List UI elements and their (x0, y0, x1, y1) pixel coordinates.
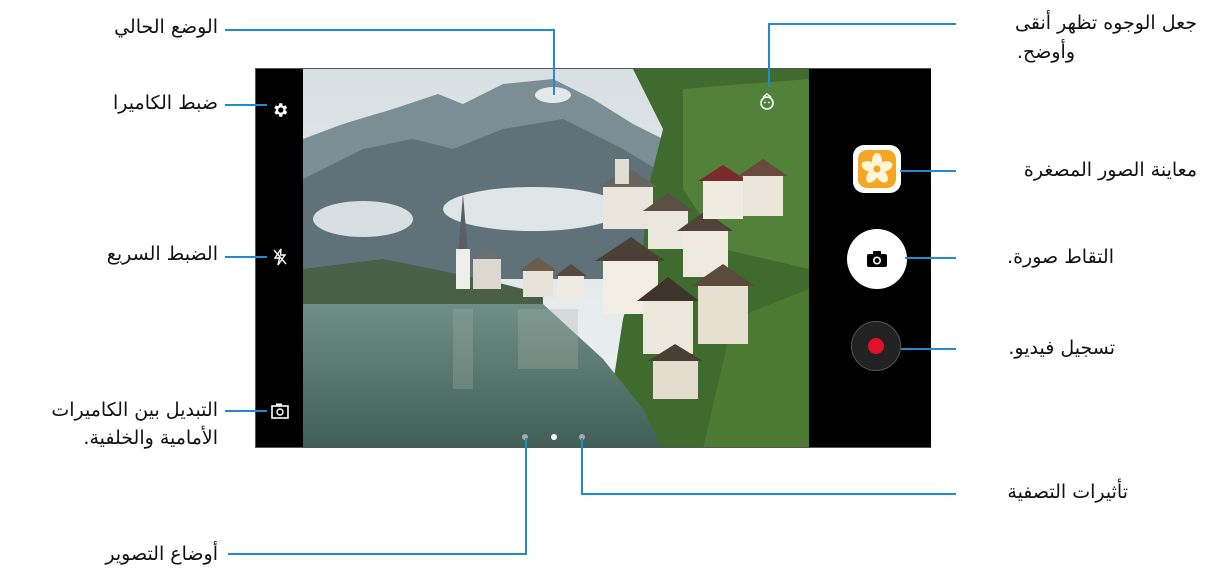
label-shooting-modes: أوضاع التصوير (105, 543, 218, 565)
thumbnail-preview-button[interactable] (853, 145, 901, 193)
callout-line-shooting-modes (228, 553, 527, 555)
beauty-face-icon[interactable] (756, 91, 778, 113)
callout-line-current-mode-vertical (553, 29, 555, 95)
callout-line-beauty (768, 23, 956, 25)
label-beauty-line2: وأوضح. (1016, 41, 1075, 63)
flower-thumbnail-icon (858, 150, 896, 188)
left-toolbar (256, 69, 303, 447)
label-record-video: تسجيل فيديو. (1008, 337, 1115, 359)
callout-line-current-mode (225, 29, 555, 31)
callout-line-quick-settings (225, 256, 267, 258)
callout-line-record-video (901, 348, 956, 350)
callout-line-take-picture (905, 257, 956, 259)
callout-line-filters-vertical (581, 438, 583, 495)
label-filter-effects: تأثيرات التصفية (1007, 481, 1128, 503)
label-camera-settings: ضبط الكاميرا (113, 92, 218, 114)
callout-line-thumbnail (900, 170, 956, 172)
record-button[interactable] (851, 321, 901, 371)
record-icon (868, 338, 884, 354)
mode-page-dot-active[interactable] (551, 434, 557, 440)
label-take-picture: التقاط صورة. (1007, 246, 1114, 268)
callout-line-camera-settings (225, 104, 267, 106)
label-quick-settings: الضبط السريع (106, 243, 218, 265)
callout-line-switch-cameras (225, 410, 267, 412)
landscape-image (303, 69, 809, 447)
gear-icon[interactable] (269, 99, 291, 121)
camera-viewfinder[interactable] (303, 69, 809, 447)
label-beauty-line1: جعل الوجوه تظهر أنقى (1015, 12, 1197, 34)
shutter-button[interactable] (847, 229, 907, 289)
camera-icon (867, 251, 887, 267)
label-thumbnail-preview: معاينة الصور المصغرة (1023, 159, 1197, 181)
callout-line-shooting-modes-vertical (525, 438, 527, 555)
callout-line-beauty-vertical (768, 23, 770, 87)
switch-camera-icon[interactable] (268, 400, 292, 422)
camera-screen (255, 68, 931, 448)
flash-off-icon[interactable] (269, 246, 291, 268)
label-switch-cameras-line2: الأمامية والخلفية. (83, 427, 218, 449)
callout-line-filters (581, 493, 956, 495)
label-switch-cameras-line1: التبديل بين الكاميرات (51, 399, 218, 421)
label-current-mode: الوضع الحالي (114, 16, 218, 38)
